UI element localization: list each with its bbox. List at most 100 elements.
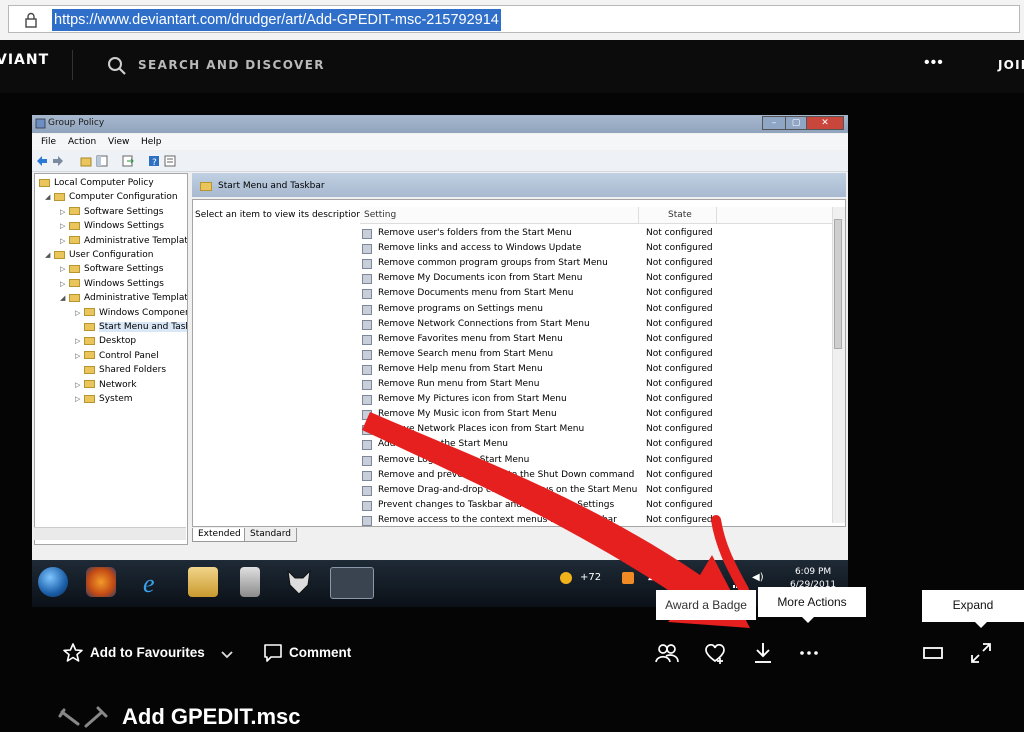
- setting-state: Not configured: [646, 514, 713, 525]
- more-actions-icon[interactable]: [796, 640, 822, 666]
- theater-mode-icon[interactable]: [920, 640, 946, 666]
- weather-icon: [560, 572, 572, 584]
- tree-item: ▷ Desktop: [75, 334, 137, 348]
- join-link[interactable]: JOIN: [998, 58, 1024, 72]
- setting-state: Not configured: [646, 318, 713, 329]
- menu-view: View: [108, 137, 130, 147]
- search-and-discover[interactable]: SEARCH AND DISCOVER: [138, 58, 325, 72]
- tree-item-label: Administrative Template: [84, 293, 188, 304]
- settings-column-header: Setting State: [360, 207, 840, 224]
- tree-expander-icon: ▷: [60, 279, 66, 288]
- setting-state: Not configured: [646, 288, 713, 299]
- search-icon[interactable]: [106, 55, 128, 77]
- tree-item: ◢ Administrative Template: [60, 291, 188, 305]
- view-tabs: Extended Standard: [192, 527, 846, 543]
- folder-icon: [69, 207, 80, 216]
- tree-expander-icon: ▷: [60, 265, 66, 274]
- fox-app-icon: [284, 567, 314, 597]
- setting-name: Remove programs on Settings menu: [378, 303, 543, 314]
- column-setting: Setting: [364, 210, 397, 220]
- tree-item: ▷ Administrative Template: [60, 234, 188, 248]
- firefox-icon: [86, 567, 116, 597]
- network-icon: [732, 574, 744, 588]
- svg-text:e: e: [143, 569, 155, 597]
- comment-icon[interactable]: [262, 642, 284, 664]
- award-badge-icon[interactable]: [702, 640, 728, 666]
- star-icon[interactable]: [62, 642, 84, 664]
- policy-setting-icon: [362, 334, 372, 345]
- forward-icon: [53, 156, 63, 166]
- add-to-favourites-button[interactable]: Add to Favourites: [90, 645, 205, 660]
- tree-item: ▷ Network: [75, 378, 137, 392]
- download-icon[interactable]: [750, 640, 776, 666]
- tree-item-label: Local Computer Policy: [54, 178, 154, 188]
- tree-item: Shared Folders: [84, 363, 166, 377]
- up-folder-icon: [80, 157, 92, 167]
- deviation-image[interactable]: Group Policy – ▢ ✕ File Action View Help…: [32, 115, 848, 607]
- comment-button[interactable]: Comment: [289, 645, 351, 660]
- policy-setting-icon: [362, 259, 372, 270]
- tree-item-label: Desktop: [99, 336, 137, 347]
- expand-tooltip: Expand: [922, 590, 1024, 622]
- expand-icon[interactable]: [968, 640, 994, 666]
- tree-item-label: Start Menu and Task: [99, 322, 187, 332]
- tree-expander-icon: ▷: [75, 351, 81, 360]
- setting-name: Remove Run menu from Start Menu: [378, 379, 540, 389]
- tree-expander-icon: ▷: [60, 222, 66, 231]
- setting-state: Not configured: [646, 228, 713, 238]
- setting-state: Not configured: [646, 273, 713, 284]
- tree-item-label: Control Panel: [99, 350, 159, 361]
- setting-state: Not configured: [646, 409, 713, 420]
- policy-setting-icon: [362, 425, 372, 436]
- svg-text:?: ?: [152, 158, 157, 167]
- column-divider: [638, 207, 639, 223]
- header-more-icon[interactable]: •••: [924, 54, 944, 72]
- tree-item-label: Administrative Template: [84, 235, 188, 246]
- policy-setting-icon: [362, 349, 372, 360]
- folder-icon: [200, 182, 212, 191]
- tree-item: ▷ Windows Settings: [60, 277, 164, 291]
- folder-icon: [54, 192, 65, 201]
- tree-expander-icon: ▷: [75, 380, 81, 389]
- window-app-icon: [35, 118, 46, 129]
- chevron-down-icon[interactable]: [218, 645, 236, 663]
- tree-item: ▷ Software Settings: [60, 205, 163, 219]
- tree-item-label: Windows Settings: [84, 278, 164, 289]
- window-controls: – ▢ ✕: [762, 116, 844, 131]
- setting-name: Remove Favorites menu from Start Menu: [378, 333, 563, 344]
- setting-state: Not configured: [646, 363, 713, 374]
- setting-state: Not configured: [646, 394, 713, 405]
- window-menubar: File Action View Help: [32, 134, 848, 150]
- export-icon: [122, 155, 134, 167]
- tab-extended: Extended: [192, 528, 247, 542]
- setting-name: Remove My Documents icon from Start Menu: [378, 273, 583, 284]
- tree-expander-icon: ◢: [45, 193, 51, 202]
- tree-item: ◢ User Configuration: [45, 248, 153, 262]
- tree-expander-icon: ▷: [60, 207, 66, 216]
- policy-setting-icon: [362, 289, 372, 300]
- policy-setting-icon: [362, 229, 372, 239]
- column-divider: [716, 207, 717, 223]
- setting-state: Not configured: [646, 424, 713, 435]
- start-orb-icon: [38, 567, 68, 597]
- window-toolbar: ?: [32, 151, 848, 172]
- url-text[interactable]: https://www.deviantart.com/drudger/art/A…: [52, 9, 501, 31]
- policy-setting-icon: [362, 244, 372, 255]
- setting-name: Prevent changes to Taskbar and Start Men…: [378, 499, 615, 510]
- policy-setting-icon: [362, 380, 372, 390]
- folder-icon: [84, 380, 95, 389]
- watchers-icon[interactable]: [654, 640, 680, 666]
- setting-state: Not configured: [646, 484, 713, 495]
- deviantart-logo[interactable]: VIANT: [0, 52, 49, 68]
- tree-item: ▷ Windows Componen: [75, 306, 187, 320]
- policy-setting-icon: [362, 500, 372, 511]
- tree-expander-icon: ◢: [60, 294, 66, 303]
- tooltip-pointer: [975, 622, 987, 628]
- setting-state: Not configured: [646, 348, 713, 359]
- tree-item: ▷ Control Panel: [75, 349, 159, 363]
- tree-item: ▷ System: [75, 392, 133, 406]
- pane-title: Start Menu and Taskbar: [218, 181, 325, 191]
- close-icon: ✕: [806, 116, 844, 130]
- setting-name: Remove Drag-and-drop context menus on th…: [378, 484, 638, 495]
- lock-icon[interactable]: [22, 11, 40, 29]
